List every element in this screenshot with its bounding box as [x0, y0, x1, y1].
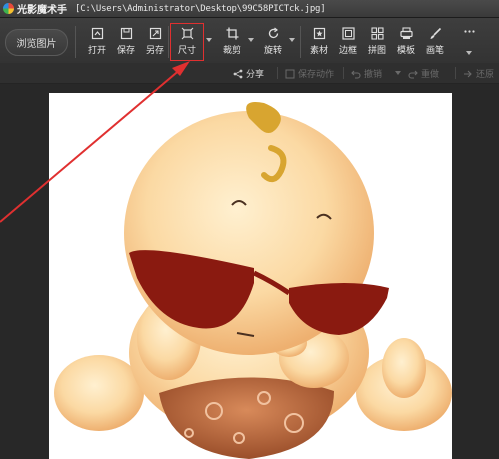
crop-dropdown-caret-icon[interactable]	[248, 38, 254, 42]
restore-icon	[464, 70, 472, 77]
baby-cartoon-image	[49, 93, 452, 459]
more-dropdown-caret-icon[interactable]	[466, 51, 472, 55]
action-bar-divider	[455, 67, 456, 79]
image-canvas[interactable]	[0, 84, 499, 459]
undo-button[interactable]: 撤销	[351, 67, 382, 80]
rotate-dropdown-caret-icon[interactable]	[289, 38, 295, 42]
toolbar-divider	[75, 26, 76, 58]
redo-button[interactable]: 重做	[408, 67, 439, 80]
resize-dropdown-caret-icon[interactable]	[206, 38, 212, 42]
restore-button[interactable]: 还原	[463, 67, 494, 80]
template-button[interactable]: 模板	[391, 25, 421, 61]
border-button[interactable]: 边框	[333, 25, 363, 61]
brush-icon	[430, 27, 441, 39]
save-button[interactable]: 保存	[111, 25, 141, 61]
save-action-icon	[285, 69, 295, 78]
crop-icon	[226, 27, 238, 40]
toolbar-divider	[168, 26, 169, 58]
browse-images-button[interactable]: 浏览图片	[5, 29, 68, 56]
save-action-button[interactable]: 保存动作	[285, 67, 334, 80]
crop-button[interactable]: 裁剪	[217, 25, 247, 61]
file-path: [C:\Users\Administrator\Desktop\99C58PIC…	[75, 3, 326, 14]
app-logo-icon	[3, 3, 14, 14]
material-icon	[313, 27, 325, 40]
collage-button[interactable]: 拼图	[362, 25, 392, 61]
toolbar-divider	[300, 26, 301, 58]
brush-button[interactable]: 画笔	[420, 25, 450, 61]
material-button[interactable]: 素材	[304, 25, 334, 61]
save-icon	[120, 27, 132, 40]
rotate-button[interactable]: 旋转	[258, 25, 288, 61]
action-bar-divider	[277, 67, 278, 79]
action-bar: 分享 保存动作 撤销 重做 还原	[0, 63, 499, 84]
save-as-button[interactable]: 另存	[140, 25, 170, 61]
template-icon	[399, 27, 413, 39]
save-as-icon	[149, 27, 161, 40]
undo-icon	[351, 70, 361, 79]
open-icon	[91, 27, 103, 40]
share-icon	[233, 69, 243, 78]
undo-dropdown-caret-icon[interactable]	[395, 71, 401, 75]
rotate-icon	[268, 27, 278, 39]
main-toolbar: 浏览图片 打开 保存 另存 尺寸 裁剪 旋转 素材 边框 拼图 模板 画笔	[0, 18, 499, 63]
share-button[interactable]: 分享	[233, 67, 264, 80]
app-name: 光影魔术手	[17, 5, 67, 16]
collage-icon	[370, 27, 384, 40]
action-bar-divider	[343, 67, 344, 79]
resize-highlight-annotation	[170, 23, 204, 61]
redo-icon	[408, 70, 418, 79]
open-button[interactable]: 打开	[82, 25, 112, 61]
border-icon	[341, 27, 355, 40]
title-bar: 光影魔术手 [C:\Users\Administrator\Desktop\99…	[0, 0, 499, 18]
more-icon	[463, 30, 475, 33]
